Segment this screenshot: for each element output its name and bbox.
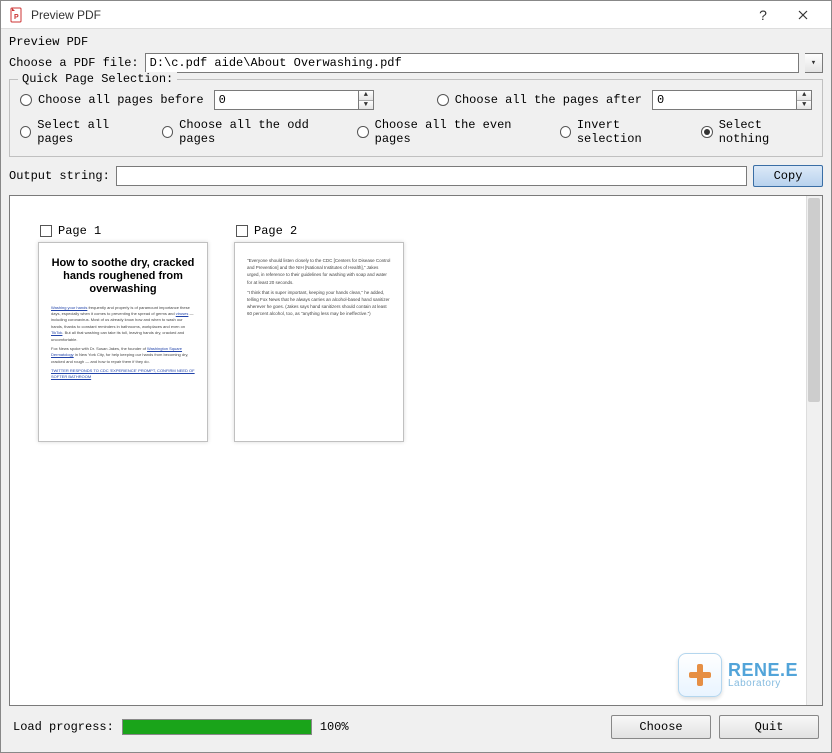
quick-page-selection: Quick Page Selection: Choose all pages b…: [9, 79, 823, 157]
copy-button[interactable]: Copy: [753, 165, 823, 187]
radio-select-all-label: Select all pages: [37, 118, 144, 146]
radio-even-label: Choose all the even pages: [375, 118, 542, 146]
radio-invert-label: Invert selection: [577, 118, 684, 146]
quit-button[interactable]: Quit: [719, 715, 819, 739]
radio-select-all[interactable]: Select all pages: [20, 118, 144, 146]
spinner-after[interactable]: ▲▼: [652, 90, 812, 110]
spinner-before[interactable]: ▲▼: [214, 90, 374, 110]
file-row: Choose a PDF file: ▾: [9, 53, 823, 73]
preview-label: Preview PDF: [9, 35, 823, 49]
logo-icon: [678, 653, 722, 697]
radio-nothing-label: Select nothing: [719, 118, 812, 146]
file-label: Choose a PDF file:: [9, 56, 139, 70]
output-label: Output string:: [9, 169, 110, 183]
app-icon: P: [9, 7, 25, 23]
branding: RENE.E Laboratory: [678, 653, 798, 697]
choose-button[interactable]: Choose: [611, 715, 711, 739]
titlebar: P Preview PDF ?: [1, 1, 831, 29]
page-2-checkbox[interactable]: [236, 225, 248, 237]
preview-area: Page 1 How to soothe dry, cracked hands …: [9, 195, 823, 706]
radio-odd-label: Choose all the odd pages: [179, 118, 339, 146]
spinner-before-down[interactable]: ▼: [359, 101, 373, 110]
client-area: Preview PDF Choose a PDF file: ▾ Quick P…: [1, 29, 831, 752]
page-2-label: Page 2: [254, 224, 297, 238]
spinner-after-down[interactable]: ▼: [797, 101, 811, 110]
qps-legend: Quick Page Selection:: [18, 72, 177, 86]
window: P Preview PDF ? Preview PDF Choose a PDF…: [0, 0, 832, 753]
spinner-after-up[interactable]: ▲: [797, 91, 811, 101]
file-path-input[interactable]: [145, 53, 799, 73]
file-dropdown-button[interactable]: ▾: [805, 53, 823, 73]
logo-sub: Laboratory: [728, 679, 798, 689]
progress-pct: 100%: [320, 720, 349, 734]
radio-after-label: Choose all the pages after: [455, 93, 642, 107]
radio-odd[interactable]: Choose all the odd pages: [162, 118, 339, 146]
spinner-before-up[interactable]: ▲: [359, 91, 373, 101]
radio-before[interactable]: Choose all pages before: [20, 93, 204, 107]
radio-nothing[interactable]: Select nothing: [701, 118, 812, 146]
page-2-preview[interactable]: "Everyone should listen closely to the C…: [234, 242, 404, 442]
output-row: Output string: Copy: [9, 165, 823, 187]
page-thumb-1: Page 1 How to soothe dry, cracked hands …: [38, 224, 208, 442]
page-1-headline: How to soothe dry, cracked hands roughen…: [51, 257, 195, 297]
help-button[interactable]: ?: [743, 1, 783, 29]
window-title: Preview PDF: [31, 8, 743, 22]
page-thumb-2: Page 2 "Everyone should listen closely t…: [234, 224, 404, 442]
spinner-after-input[interactable]: [653, 91, 796, 109]
radio-invert[interactable]: Invert selection: [560, 118, 684, 146]
logo-name: RENE.E: [728, 661, 798, 679]
progress-fill: [123, 720, 311, 734]
spinner-before-input[interactable]: [215, 91, 358, 109]
radio-even[interactable]: Choose all the even pages: [357, 118, 541, 146]
vertical-scrollbar[interactable]: [806, 196, 822, 705]
output-input[interactable]: [116, 166, 747, 186]
page-1-preview[interactable]: How to soothe dry, cracked hands roughen…: [38, 242, 208, 442]
page-1-label: Page 1: [58, 224, 101, 238]
scrollbar-thumb[interactable]: [808, 198, 820, 402]
radio-after[interactable]: Choose all the pages after: [437, 93, 642, 107]
progress-bar: [122, 719, 312, 735]
footer: Load progress: 100% Choose Quit: [9, 710, 823, 744]
close-button[interactable]: [783, 1, 823, 29]
page-1-checkbox[interactable]: [40, 225, 52, 237]
radio-before-label: Choose all pages before: [38, 93, 204, 107]
svg-text:P: P: [14, 14, 19, 21]
progress-label: Load progress:: [13, 720, 114, 734]
